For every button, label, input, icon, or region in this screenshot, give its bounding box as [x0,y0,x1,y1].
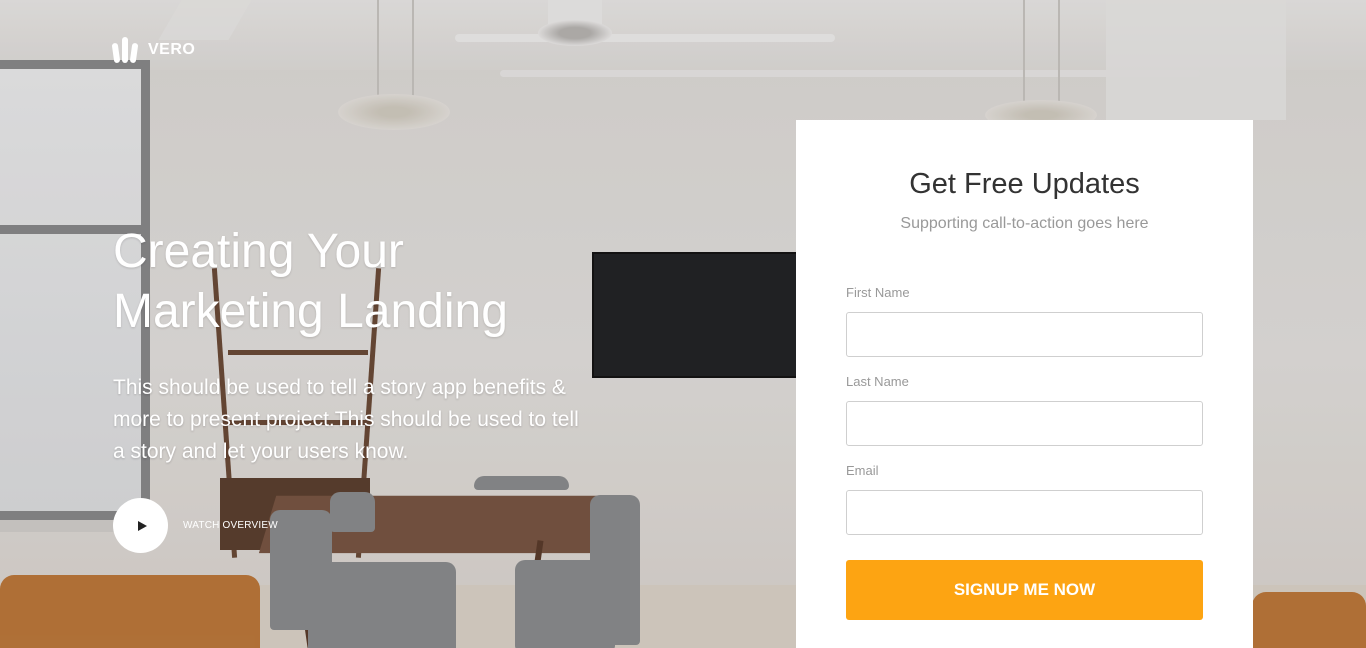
hero-title-line1: Creating Your [113,225,404,278]
brand-logo[interactable]: VERO [111,37,196,64]
first-name-label: First Name [846,285,910,300]
signup-title: Get Free Updates [909,168,1140,200]
watch-overview-link[interactable]: WATCH OVERVIEW [113,498,278,553]
play-button[interactable] [113,498,168,553]
hero-title-line2: Marketing Landing [113,285,508,338]
signup-card: Get Free Updates Supporting call-to-acti… [796,120,1253,648]
hero-description: This should be used to tell a story app … [113,376,579,463]
email-field[interactable] [846,490,1203,535]
signup-subtitle: Supporting call-to-action goes here [900,215,1149,232]
first-name-field[interactable] [846,312,1203,357]
watch-overview-label: WATCH OVERVIEW [183,520,278,531]
logo-bars-icon [111,37,139,64]
signup-form: First Name Last Name Email SIGNUP ME NOW [846,285,1203,620]
hero-section: Creating Your Marketing Landing This sho… [113,222,583,468]
hero-title: Creating Your Marketing Landing [113,222,583,342]
signup-button[interactable]: SIGNUP ME NOW [846,560,1203,620]
email-label: Email [846,463,879,478]
play-icon [137,520,147,531]
last-name-field[interactable] [846,401,1203,446]
last-name-label: Last Name [846,374,909,389]
brand-name: VERO [148,41,196,58]
